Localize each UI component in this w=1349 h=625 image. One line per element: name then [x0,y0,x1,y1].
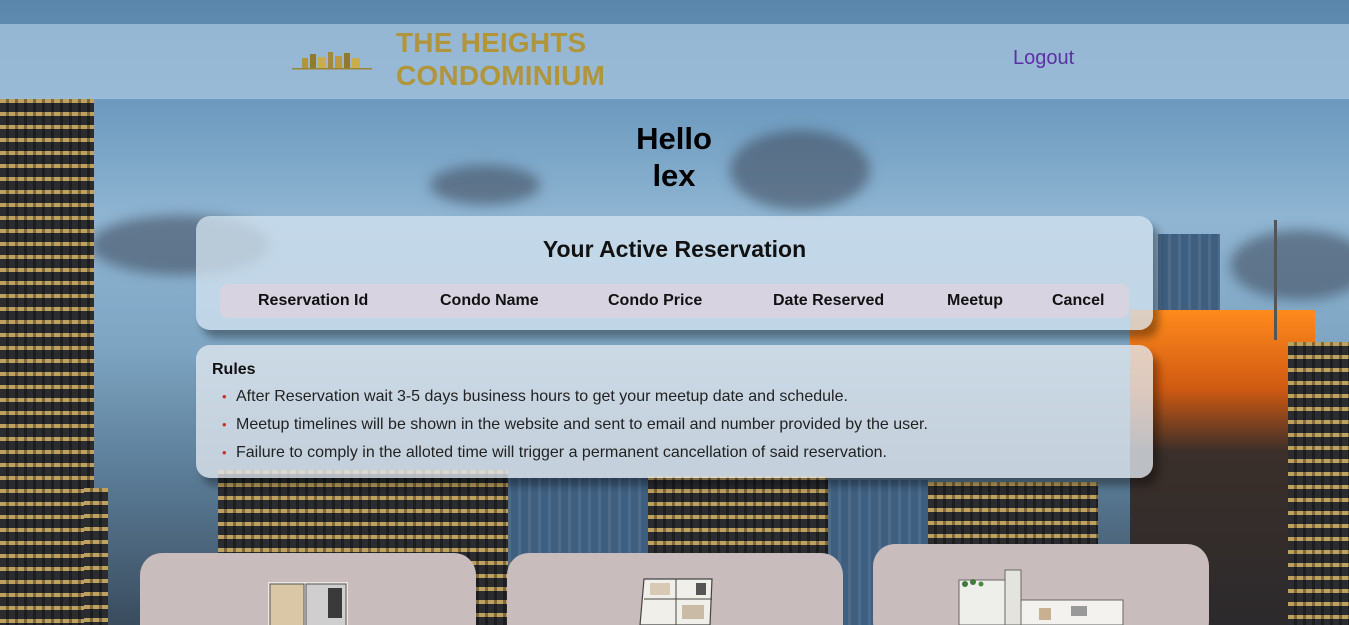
active-reservation-card: Your Active Reservation Reservation Id C… [196,216,1153,330]
rule-item: Failure to comply in the alloted time wi… [220,439,928,467]
greeting-hello: Hello [636,121,712,156]
rules-title: Rules [212,361,256,378]
reservation-table-header: Reservation Id Condo Name Condo Price Da… [220,284,1129,318]
brand-title[interactable]: THE HEIGHTS CONDOMINIUM [396,26,605,92]
condo-card-3[interactable] [873,544,1209,625]
greeting-heading: Hello lex [574,120,774,194]
condo-card-1[interactable] [140,553,476,625]
column-condo-price: Condo Price [608,292,703,309]
rules-card: Rules After Reservation wait 3-5 days bu… [196,345,1153,478]
top-navbar: THE HEIGHTS CONDOMINIUM Logout [0,24,1349,99]
rule-item: Meetup timelines will be shown in the we… [220,411,928,439]
column-meetup: Meetup [947,292,1003,309]
condominium-logo-icon[interactable] [290,48,374,74]
condo-card-2[interactable] [507,553,843,625]
column-cancel: Cancel [1052,292,1105,309]
column-condo-name: Condo Name [440,292,539,309]
floor-plan-two-bedroom-icon [639,578,713,625]
active-reservation-title: Your Active Reservation [542,236,807,262]
rules-list: After Reservation wait 3-5 days business… [220,383,928,467]
column-date-reserved: Date Reserved [773,292,885,309]
greeting-username: lex [652,158,696,193]
column-reservation-id: Reservation Id [258,292,369,309]
logout-link[interactable]: Logout [1013,47,1074,70]
floor-plan-studio-icon [268,582,348,625]
rule-item: After Reservation wait 3-5 days business… [220,383,928,411]
floor-plan-penthouse-icon [958,569,1124,625]
brand-title-line2: CONDOMINIUM [396,60,606,91]
brand-title-line1: THE HEIGHTS [396,27,587,58]
